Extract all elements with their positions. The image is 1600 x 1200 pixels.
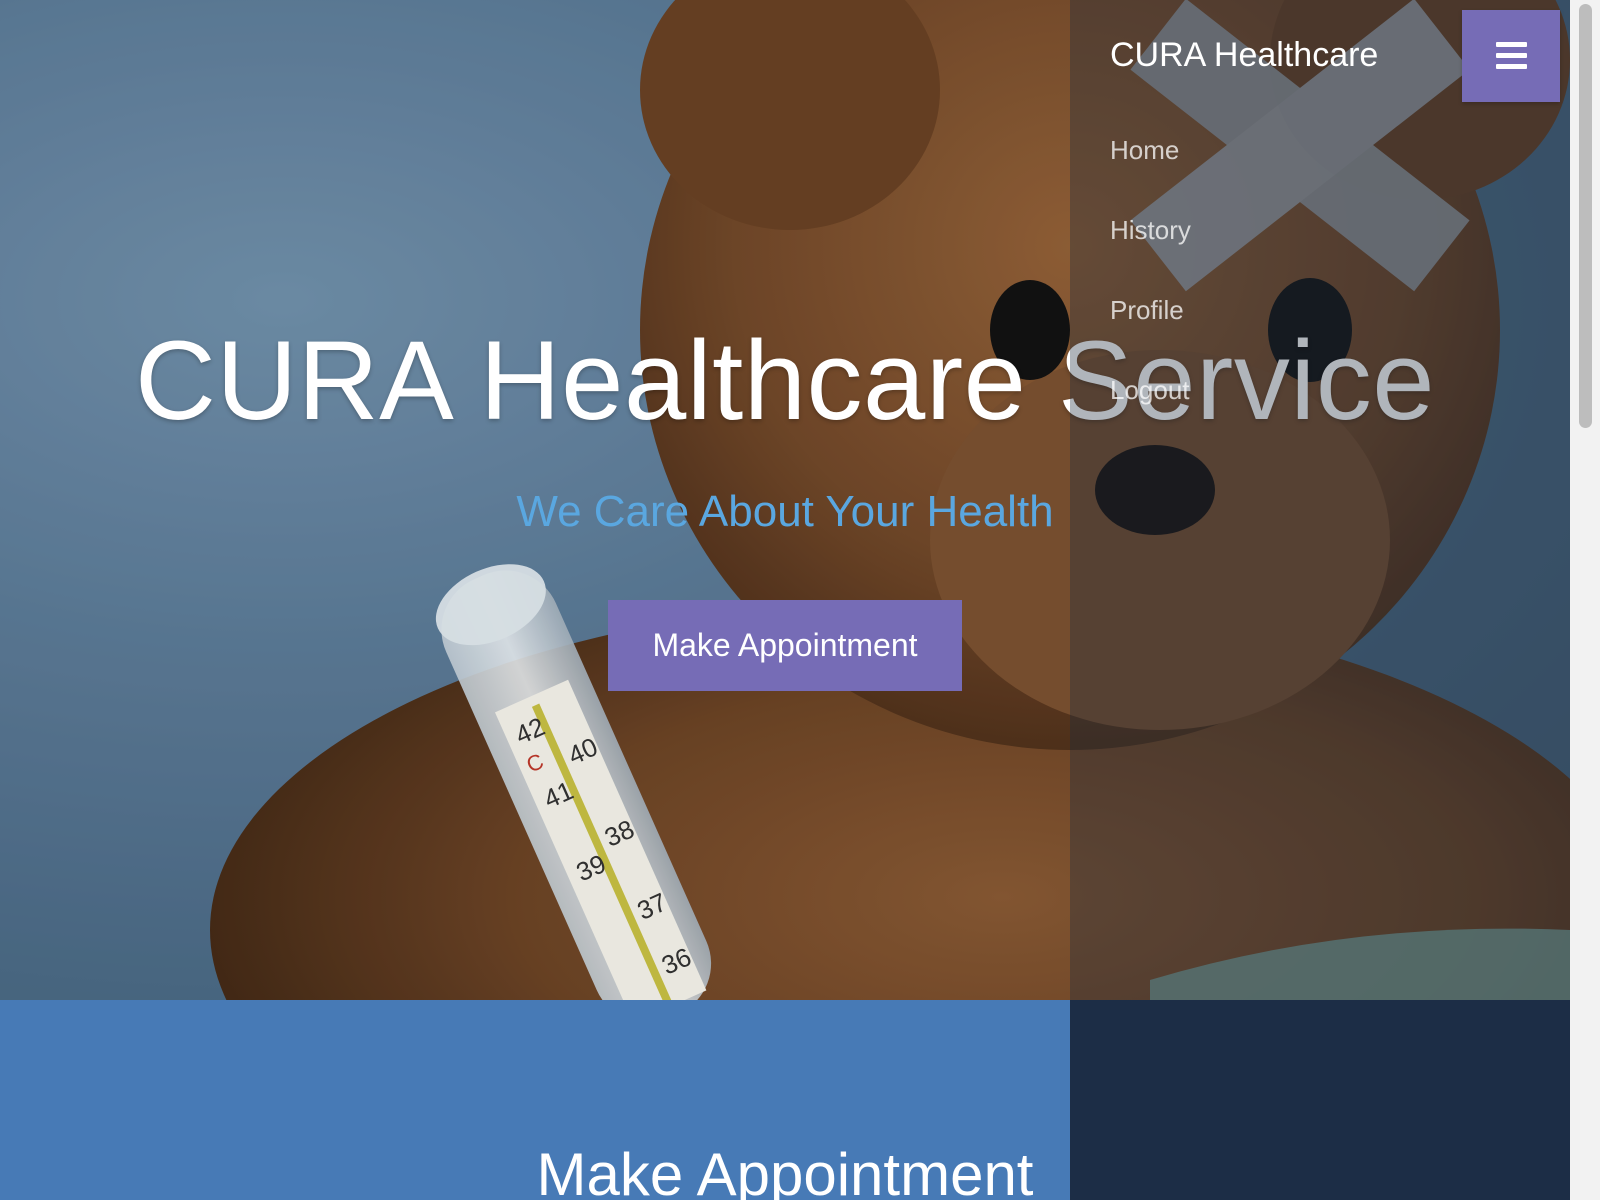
hamburger-bar-top bbox=[1496, 42, 1527, 47]
make-appointment-button[interactable]: Make Appointment bbox=[608, 600, 962, 691]
sidebar-item-logout: Logout bbox=[1110, 370, 1191, 450]
cura-landing-page: 42 41 40 39 38 37 36 C CURA Healthcare S… bbox=[0, 0, 1600, 1200]
sidebar-link-logout[interactable]: Logout bbox=[1110, 370, 1190, 410]
sidebar-bottom-panel bbox=[1070, 1000, 1570, 1200]
appointment-section: Make Appointment bbox=[0, 1000, 1070, 1200]
sidebar-link-history[interactable]: History bbox=[1110, 210, 1191, 250]
sidebar-link-profile[interactable]: Profile bbox=[1110, 290, 1184, 330]
sidebar-item-history: History bbox=[1110, 210, 1191, 290]
sidebar-item-profile: Profile bbox=[1110, 290, 1191, 370]
hamburger-bar-middle bbox=[1496, 53, 1527, 58]
hamburger-bar-bottom bbox=[1496, 64, 1527, 69]
scrollbar-thumb[interactable] bbox=[1579, 4, 1592, 428]
sidebar-item-home: Home bbox=[1110, 130, 1191, 210]
sidebar-nav: Home History Profile Logout bbox=[1110, 130, 1191, 450]
menu-toggle-button[interactable] bbox=[1462, 10, 1560, 102]
sidebar-brand-link[interactable]: CURA Healthcare bbox=[1110, 34, 1378, 76]
sidebar-link-home[interactable]: Home bbox=[1110, 130, 1179, 170]
